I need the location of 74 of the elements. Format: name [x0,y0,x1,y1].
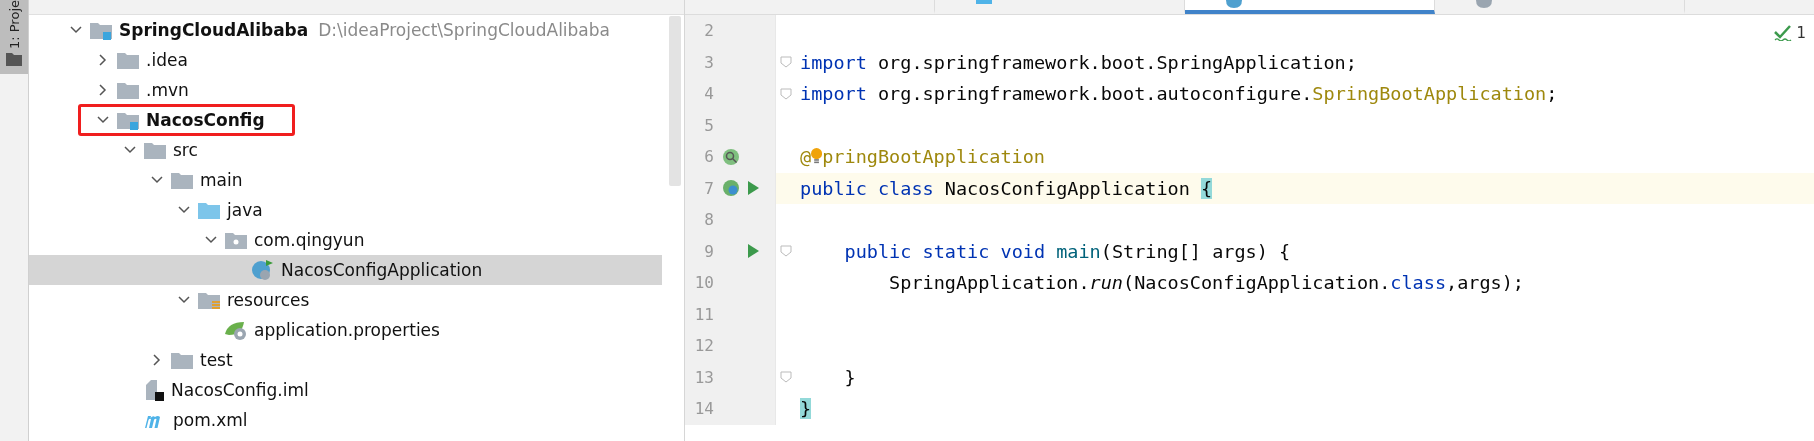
item-name: com.qingyun [254,230,365,250]
tree-item[interactable]: src [29,135,662,165]
line-number: 6 [703,147,714,167]
code-line: @ pringBootApplication [800,146,1045,168]
code-line: SpringApplication.run(NacosConfigApplication.class,args); [888,272,1524,294]
run-icon[interactable] [746,180,760,197]
tree-item[interactable]: java [29,195,662,225]
line-number: 14 [693,399,714,419]
code-line: import org.springframework.boot.SpringApplication; [800,51,1357,73]
folder-icon [6,52,22,66]
item-name: src [173,140,198,160]
item-name: test [200,350,233,370]
tree-item[interactable]: NacosConfig.iml [29,375,662,405]
folder-icon [143,140,167,160]
item-name: .mvn [146,80,189,100]
file-icon [143,379,165,401]
folder-icon [170,170,194,190]
run-icon[interactable] [746,243,760,260]
package-folder-icon [224,230,248,250]
code-line: public class NacosConfigApplication { [800,177,1213,199]
editor-tab[interactable] [1185,0,1435,14]
bean-icon[interactable] [722,147,740,166]
module-folder-icon [89,20,113,40]
line-number: 7 [703,178,714,198]
tree-item[interactable]: com.qingyun [29,225,662,255]
folder-icon [116,80,140,100]
line-number: 8 [703,210,714,230]
item-name: application.properties [254,320,440,340]
tree-item[interactable]: .idea [29,45,662,75]
line-number: 13 [693,367,714,387]
scrollbar[interactable] [669,16,681,186]
module-folder-icon [116,110,140,130]
tree-item[interactable]: NacosConfigApplication [29,255,662,285]
code-line: import org.springframework.boot.autoconfigure.SpringBootApplication; [800,83,1558,105]
tree-item[interactable]: test [29,345,662,375]
project-tool-tab[interactable]: 1: Proje [0,0,28,74]
tree-item[interactable]: pom.xml [29,405,662,435]
check-icon[interactable] [1774,25,1793,41]
folder-icon [170,350,194,370]
folder-icon [116,50,140,70]
line-number: 10 [693,273,714,293]
item-name: SpringCloudAlibaba [119,20,309,40]
line-number: 5 [703,115,714,135]
fold-icon[interactable] [780,87,792,100]
item-name: java [227,200,263,220]
tree-item[interactable]: NacosConfig [29,105,662,135]
line-number: 3 [703,52,714,72]
item-name: NacosConfig.iml [171,380,309,400]
item-name: resources [227,290,310,310]
line-number: 12 [693,336,714,356]
line-number: 9 [703,241,714,261]
tree-item[interactable]: SpringCloudAlibaba D:\ideaProject\SpringCloudAlibaba [29,15,662,45]
tree-item[interactable]: .mvn [29,75,662,105]
tree-item[interactable]: resources [29,285,662,315]
fold-icon[interactable] [780,245,792,258]
line-number: 11 [693,304,714,324]
line-number: 2 [703,21,714,41]
tree-item[interactable]: main [29,165,662,195]
code-line: } [843,366,856,388]
code-line: public static void main(String[] args) { [843,240,1291,262]
path-text: D:\ideaProject\SpringCloudAlibaba [318,20,610,40]
item-name: NacosConfig [146,110,265,130]
resource-folder-icon [197,290,221,310]
item-name: .idea [146,50,188,70]
fold-icon[interactable] [780,371,792,384]
folder-icon [197,200,221,220]
item-name: main [200,170,243,190]
tree-item[interactable]: application.properties [29,315,662,345]
item-name: pom.xml [173,410,248,430]
line-number: 4 [703,84,714,104]
inspection-count: 1 [1796,24,1806,42]
bean-icon[interactable] [722,179,740,198]
item-name: NacosConfigApplication [281,260,483,280]
fold-icon[interactable] [780,56,792,69]
